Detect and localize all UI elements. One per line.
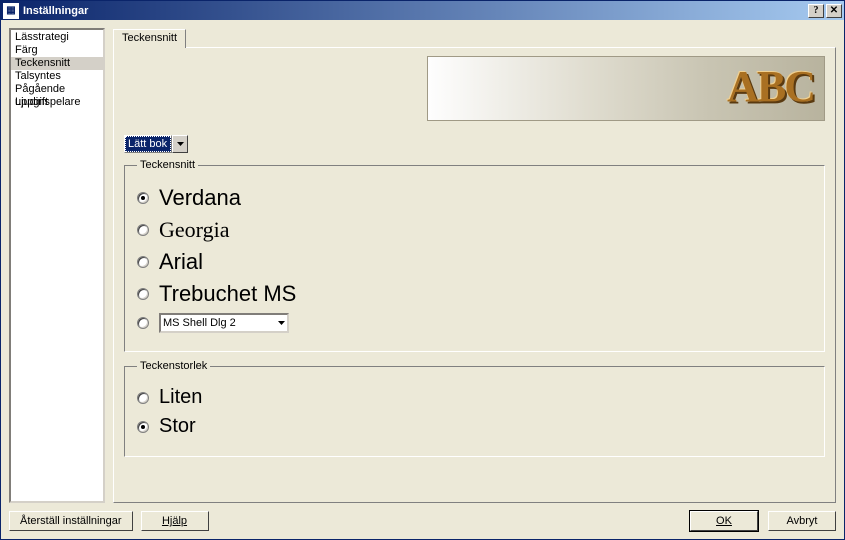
- font-group-legend: Teckensnitt: [137, 159, 198, 171]
- mode-select[interactable]: Lätt bok: [124, 135, 172, 153]
- radio-liten[interactable]: [137, 392, 149, 404]
- app-icon: ▦: [3, 3, 19, 19]
- sidebar-item-lasstrategi[interactable]: Lässtrategi: [11, 31, 103, 44]
- sidebar-item-ljudinspelare[interactable]: Ljudinspelare: [11, 96, 103, 109]
- font-label-verdana: Verdana: [159, 185, 241, 211]
- chevron-down-icon: [278, 321, 285, 325]
- radio-georgia[interactable]: [137, 224, 149, 236]
- font-group: Teckensnitt Verdana Georgia Arial: [124, 159, 825, 352]
- help-button-bottom[interactable]: Hjälp: [141, 511, 209, 531]
- titlebar: ▦ Inställningar ? ✕: [1, 1, 844, 20]
- size-label-liten: Liten: [159, 386, 202, 409]
- help-button[interactable]: ?: [808, 4, 824, 18]
- right-pane: Teckensnitt ABC Lätt bok Teckensnitt: [113, 28, 836, 503]
- sidebar-item-farg[interactable]: Färg: [11, 44, 103, 57]
- tab-panel: ABC Lätt bok Teckensnitt Verdana: [113, 47, 836, 503]
- font-label-trebuchet: Trebuchet MS: [159, 281, 296, 307]
- reset-button[interactable]: Återställ inställningar: [9, 511, 133, 531]
- radio-custom-font[interactable]: [137, 317, 149, 329]
- radio-stor[interactable]: [137, 421, 149, 433]
- abc-graphic: ABC: [727, 61, 814, 112]
- sidebar-item-pagaende[interactable]: Pågående uppgift: [11, 83, 103, 96]
- tab-teckensnitt[interactable]: Teckensnitt: [113, 29, 186, 48]
- close-button[interactable]: ✕: [826, 4, 842, 18]
- button-row: Återställ inställningar Hjälp OK Avbryt: [9, 503, 836, 531]
- window-title: Inställningar: [23, 5, 808, 17]
- chevron-down-icon: [177, 142, 184, 146]
- sidebar-item-talsyntes[interactable]: Talsyntes: [11, 70, 103, 83]
- font-label-georgia: Georgia: [159, 217, 229, 243]
- size-label-stor: Stor: [159, 415, 196, 438]
- banner-image: ABC: [427, 56, 825, 121]
- radio-arial[interactable]: [137, 256, 149, 268]
- sidebar: Lässtrategi Färg Teckensnitt Talsyntes P…: [9, 28, 105, 503]
- cancel-button[interactable]: Avbryt: [768, 511, 836, 531]
- radio-verdana[interactable]: [137, 192, 149, 204]
- custom-font-select[interactable]: MS Shell Dlg 2: [159, 313, 289, 333]
- radio-trebuchet[interactable]: [137, 288, 149, 300]
- mode-select-dropdown[interactable]: [172, 135, 188, 153]
- ok-button[interactable]: OK: [690, 511, 758, 531]
- font-label-arial: Arial: [159, 249, 203, 275]
- sidebar-item-teckensnitt[interactable]: Teckensnitt: [11, 57, 103, 70]
- window-body: Lässtrategi Färg Teckensnitt Talsyntes P…: [1, 20, 844, 539]
- size-group-legend: Teckenstorlek: [137, 360, 210, 372]
- settings-window: ▦ Inställningar ? ✕ Lässtrategi Färg Tec…: [0, 0, 845, 540]
- size-group: Teckenstorlek Liten Stor: [124, 360, 825, 457]
- custom-font-value: MS Shell Dlg 2: [163, 317, 236, 329]
